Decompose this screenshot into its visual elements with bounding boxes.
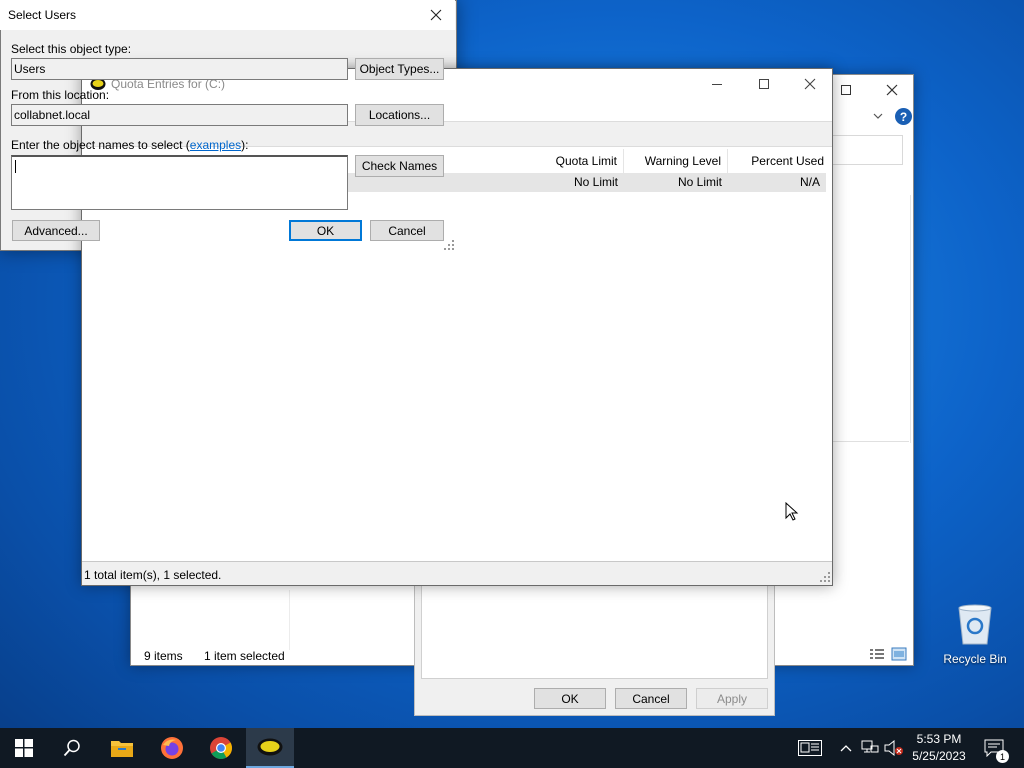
start-button[interactable] (0, 728, 48, 768)
large-icons-view-icon[interactable] (891, 647, 907, 661)
help-icon[interactable]: ? (895, 108, 912, 125)
status-text: 1 total item(s), 1 selected. (84, 568, 222, 582)
properties-dialog: OK Cancel Apply (414, 580, 775, 716)
object-names-label-pre: Enter the object names to select ( (11, 138, 190, 152)
chrome-button[interactable] (197, 728, 245, 768)
row-quota-limit: No Limit (573, 175, 618, 189)
clock-time: 5:53 PM (916, 732, 962, 746)
dialog-titlebar: Select Users (0, 0, 455, 30)
row-warning-level: No Limit (677, 175, 722, 189)
properties-content (421, 581, 768, 679)
locations-button[interactable]: Locations... (355, 104, 444, 126)
row-percent-used: N/A (799, 175, 820, 189)
network-button[interactable] (858, 728, 882, 768)
column-percent-used[interactable]: Percent Used (728, 149, 830, 173)
advanced-button[interactable]: Advanced... (12, 220, 100, 241)
divider (831, 441, 909, 442)
taskbar: 5:53 PM 5/25/2023 1 (0, 728, 1024, 768)
search-box[interactable] (831, 135, 903, 165)
cancel-button[interactable]: Cancel (370, 220, 444, 241)
chevron-up-icon (840, 745, 852, 752)
firefox-button[interactable] (148, 728, 196, 768)
recycle-bin-label: Recycle Bin (943, 652, 1007, 666)
location-label: From this location: (11, 88, 110, 102)
close-button[interactable] (787, 69, 833, 99)
clock-date: 5/25/2023 (912, 749, 966, 763)
object-type-field: Users (11, 58, 348, 80)
close-button[interactable] (869, 75, 915, 105)
status-items: 9 items (144, 649, 183, 663)
resize-grip-icon[interactable] (820, 572, 830, 582)
ok-button[interactable]: OK (289, 220, 362, 241)
firefox-icon (161, 737, 183, 759)
column-divider (289, 590, 290, 650)
column-quota-limit[interactable]: Quota Limit (544, 149, 624, 173)
volume-muted-icon (884, 740, 903, 756)
close-button[interactable] (417, 0, 455, 30)
windows-icon (15, 739, 33, 757)
search-icon (63, 739, 80, 757)
file-explorer-button[interactable] (98, 728, 146, 768)
action-center-button[interactable]: 1 (976, 728, 1012, 768)
chevron-down-icon[interactable] (871, 109, 885, 123)
chrome-icon (210, 737, 232, 759)
column-warning-level[interactable]: Warning Level (624, 149, 728, 173)
object-names-input[interactable] (11, 155, 348, 210)
list-header: Quota Limit Warning Level Percent Used (544, 149, 832, 173)
clock[interactable]: 5:53 PM 5/25/2023 (910, 731, 968, 765)
location-field: collabnet.local (11, 104, 348, 126)
text-cursor (15, 160, 16, 174)
resize-grip-icon[interactable] (444, 240, 454, 250)
quota-app-icon (257, 738, 283, 756)
object-names-label-post: ): (241, 138, 249, 152)
object-types-button[interactable]: Object Types... (355, 58, 444, 80)
task-view-button[interactable] (788, 728, 832, 768)
preview-area (831, 195, 911, 443)
status-bar: 1 total item(s), 1 selected. (82, 561, 832, 585)
search-button[interactable] (48, 728, 96, 768)
details-view-icon[interactable] (869, 647, 885, 661)
status-selected: 1 item selected (204, 649, 285, 663)
examples-link[interactable]: examples (190, 138, 241, 152)
check-names-button[interactable]: Check Names (355, 155, 444, 177)
quota-taskbar-button[interactable] (246, 728, 294, 768)
object-type-label: Select this object type: (11, 42, 132, 56)
show-hidden-icons-button[interactable] (836, 728, 856, 768)
mouse-cursor-icon (785, 502, 799, 521)
dialog-title: Select Users (8, 8, 77, 22)
object-names-label: Enter the object names to select (exampl… (11, 138, 248, 152)
network-icon (861, 740, 879, 753)
volume-button[interactable] (882, 728, 906, 768)
notification-badge: 1 (996, 750, 1009, 763)
props-apply-button[interactable]: Apply (696, 688, 768, 709)
folder-icon (111, 741, 133, 757)
maximize-button[interactable] (741, 69, 787, 99)
props-ok-button[interactable]: OK (534, 688, 606, 709)
props-cancel-button[interactable]: Cancel (615, 688, 687, 709)
recycle-bin-icon (958, 604, 992, 645)
recycle-bin[interactable]: Recycle Bin (942, 600, 1008, 670)
news-icon (798, 740, 822, 756)
minimize-button[interactable] (694, 69, 740, 99)
